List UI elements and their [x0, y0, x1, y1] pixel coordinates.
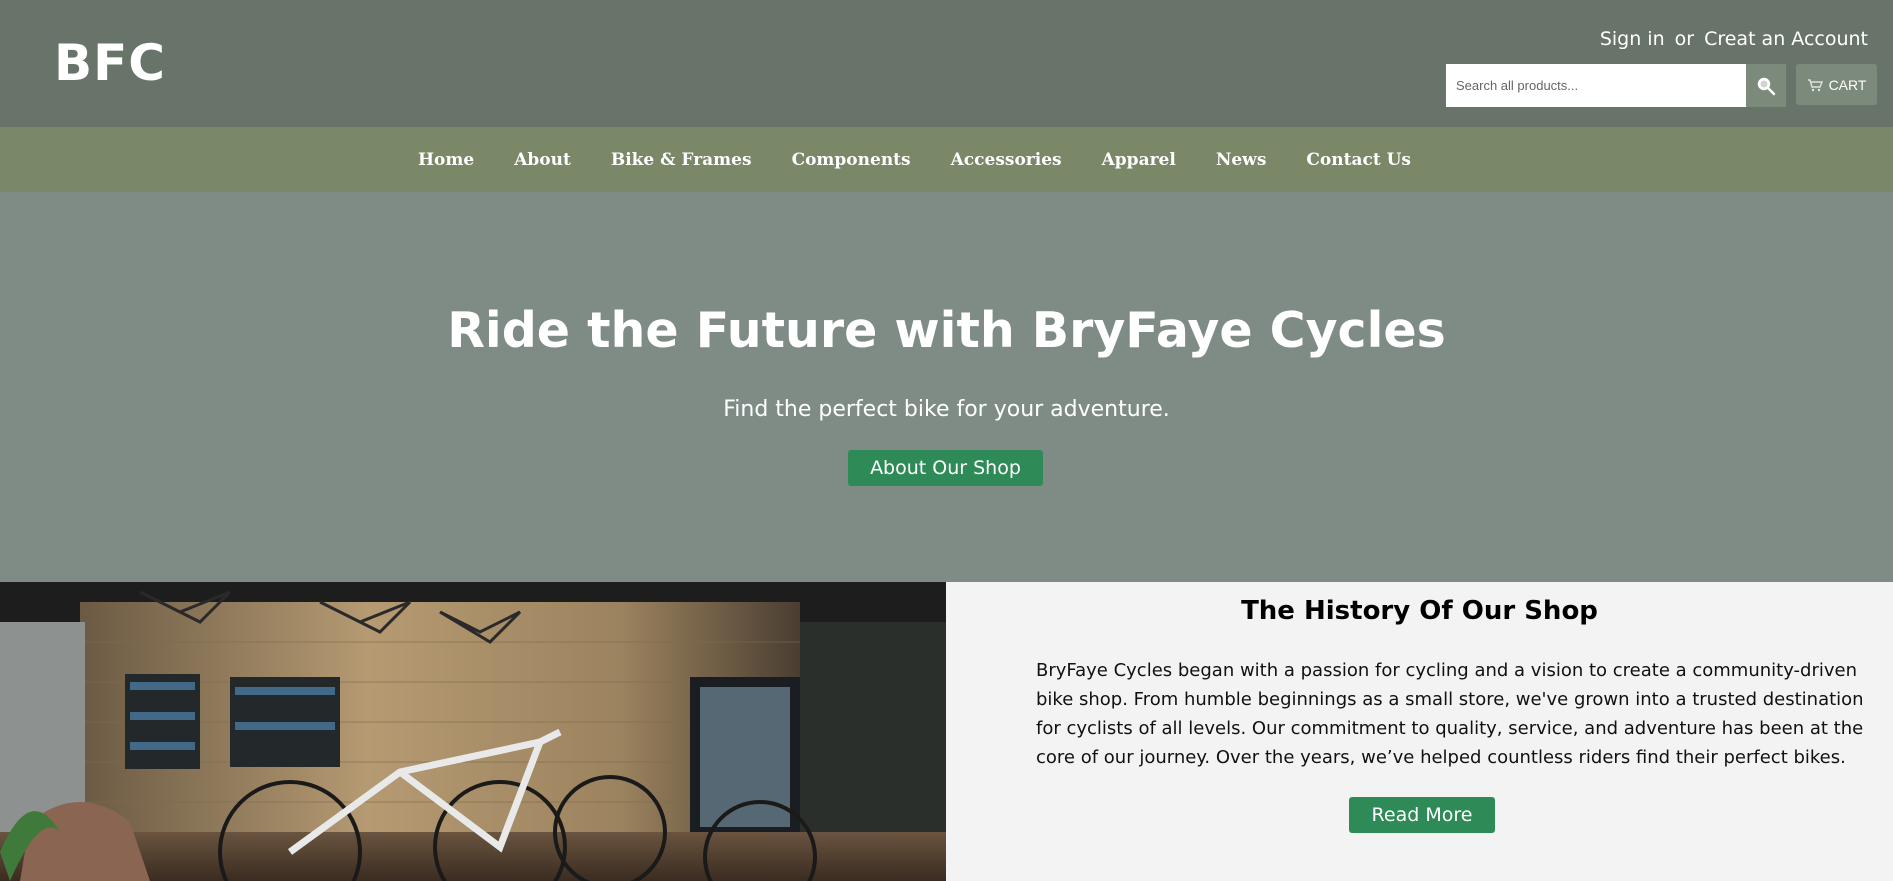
nav-item-bike-frames[interactable]: Bike & Frames — [611, 150, 752, 170]
main-nav: Home About Bike & Frames Components Acce… — [0, 127, 1893, 192]
hero-title: Ride the Future with BryFaye Cycles — [447, 302, 1446, 359]
hero-section: Ride the Future with BryFaye Cycles Find… — [0, 192, 1893, 582]
nav-item-components[interactable]: Components — [792, 150, 911, 170]
nav-item-about[interactable]: About — [514, 150, 571, 170]
read-more-button[interactable]: Read More — [1349, 797, 1495, 833]
site-header: BFC Sign in or Creat an Account CART — [0, 0, 1893, 127]
history-text: BryFaye Cycles began with a passion for … — [1036, 660, 1864, 768]
site-logo[interactable]: BFC — [54, 34, 166, 92]
shop-interior-image — [0, 582, 946, 881]
search-button[interactable] — [1746, 64, 1786, 107]
history-title: The History Of Our Shop — [1241, 596, 1598, 626]
create-account-link[interactable]: Creat an Account — [1704, 28, 1868, 50]
history-section: The History Of Our Shop BryFaye Cycles b… — [946, 582, 1893, 881]
or-text: or — [1674, 28, 1695, 50]
nav-item-accessories[interactable]: Accessories — [951, 150, 1062, 170]
sign-in-link[interactable]: Sign in — [1600, 28, 1665, 50]
nav-item-contact-us[interactable]: Contact Us — [1306, 150, 1411, 170]
search-bar — [1446, 64, 1786, 107]
nav-item-home[interactable]: Home — [418, 150, 474, 170]
cart-button[interactable]: CART — [1796, 64, 1877, 105]
nav-item-news[interactable]: News — [1216, 150, 1267, 170]
account-links: Sign in or Creat an Account — [1600, 28, 1868, 50]
nav-item-apparel[interactable]: Apparel — [1102, 150, 1176, 170]
hero-subtitle: Find the perfect bike for your adventure… — [723, 397, 1170, 422]
cart-icon — [1807, 78, 1823, 91]
cart-label: CART — [1828, 76, 1867, 93]
search-icon — [1757, 77, 1776, 95]
search-input[interactable] — [1446, 64, 1746, 107]
about-our-shop-button[interactable]: About Our Shop — [848, 450, 1043, 486]
